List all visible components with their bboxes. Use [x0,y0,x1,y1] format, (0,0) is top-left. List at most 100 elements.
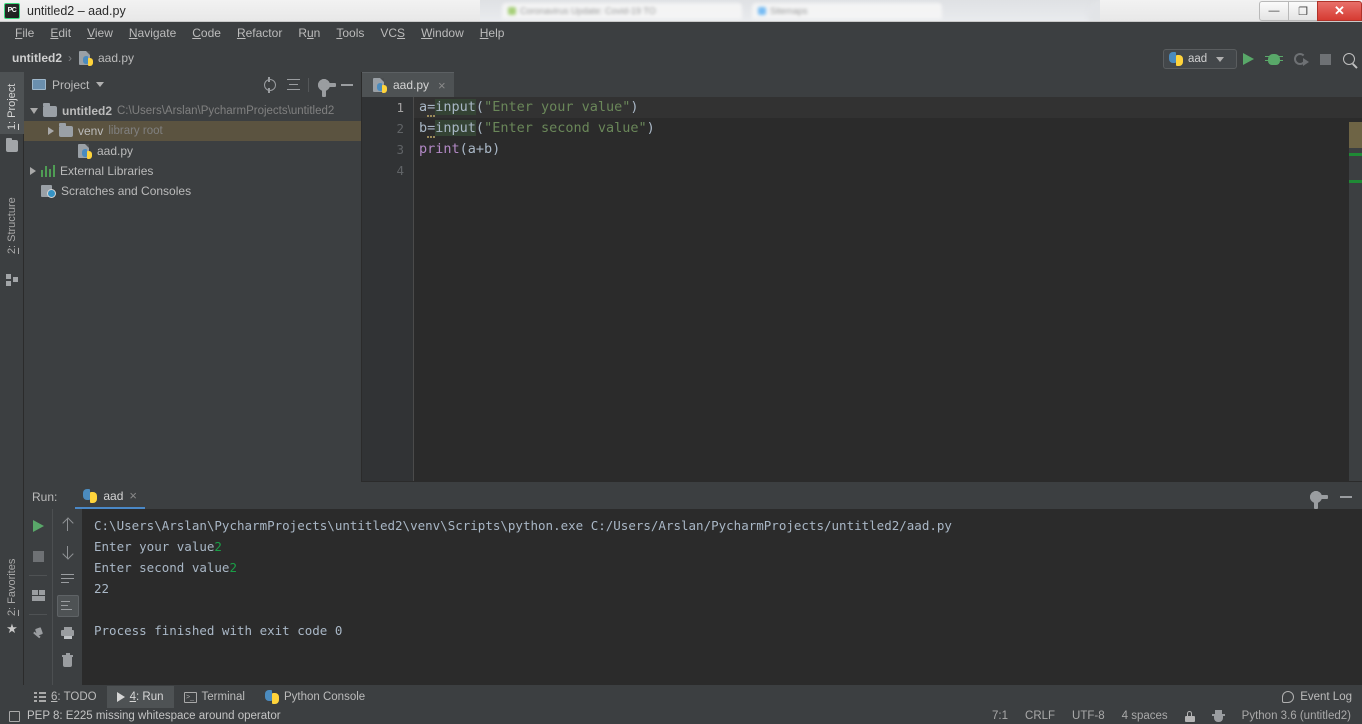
chevron-right-icon[interactable] [48,127,54,135]
python-icon [1169,52,1183,66]
background-tab: Coronavirus Update: Covid-19 TO [502,3,742,19]
code-line-2[interactable]: b=input("Enter second value") [414,118,1362,139]
hide-project-panel-button[interactable] [337,75,357,95]
rerun-button[interactable] [27,515,49,537]
hide-run-panel-button[interactable] [1336,487,1356,507]
breadcrumb-file[interactable]: aad.py [74,49,138,68]
code-line-3[interactable]: print(a+b) [414,139,1362,160]
down-stack-trace-button[interactable] [57,541,79,563]
menu-code[interactable]: Code [184,24,229,42]
bottom-tab-run[interactable]: 4: Run [106,686,174,708]
clear-all-button[interactable] [57,649,79,671]
event-log-button[interactable]: Event Log [1282,691,1362,703]
chevron-down-icon[interactable] [96,82,105,87]
tree-row-untitled2[interactable]: untitled2 C:\Users\Arslan\PycharmProject… [24,101,361,121]
inspection-marker[interactable] [1349,153,1362,156]
code-line-1[interactable]: a=input("Enter your value") [414,97,1362,118]
editor-run-divider[interactable] [362,481,1362,482]
code-area-wrapper: 1 2 3 4 a=input("Enter your value") b=in… [362,97,1362,482]
inspection-marker[interactable] [1349,180,1362,183]
chevron-down-icon[interactable] [30,108,38,114]
minimize-button[interactable]: — [1259,1,1288,21]
menu-run[interactable]: Run [290,24,328,42]
sidebar-tab-project[interactable]: 1: Project [0,72,24,134]
stop-button[interactable] [1314,48,1336,70]
editor-gutter[interactable]: 1 2 3 4 [362,97,414,482]
editor-tab-aad-py[interactable]: aad.py × [362,72,454,97]
close-icon[interactable]: × [129,488,137,503]
debug-button[interactable] [1263,48,1285,70]
menu-tools[interactable]: Tools [328,24,372,42]
run-configuration-selector[interactable]: aad [1163,49,1237,69]
breadcrumb-separator: › [68,51,72,65]
scroll-to-end-button[interactable] [56,595,79,617]
maximize-button[interactable]: ❐ [1288,1,1317,21]
menu-view[interactable]: View [79,24,121,42]
print-icon [61,627,74,639]
pycharm-window: Coronavirus Update: Covid-19 TO Sitemaps… [0,0,1362,724]
bottom-tab-todo[interactable]: 6: TODO [24,686,107,708]
indent-indicator[interactable]: 4 spaces [1122,710,1168,722]
coverage-icon [1294,53,1309,66]
menu-refactor[interactable]: Refactor [229,24,290,42]
layout-button[interactable] [27,584,49,606]
gear-icon [1310,490,1328,509]
lock-icon[interactable] [1184,710,1195,722]
line-separator-indicator[interactable]: CRLF [1025,710,1055,722]
menu-file[interactable]: File [7,24,42,42]
tree-item-label: Scratches and Consoles [61,184,192,198]
sidebar-tab-favorites[interactable]: 2: Favorites [0,544,24,620]
encoding-indicator[interactable]: UTF-8 [1072,710,1105,722]
search-everywhere-button[interactable] [1338,48,1360,70]
menu-window[interactable]: Window [413,24,472,42]
chevron-right-icon[interactable] [30,167,36,175]
code-line-4[interactable] [414,160,1362,181]
tree-item-label: venv [78,124,104,138]
sidebar-tab-structure[interactable]: 2: Structure [0,180,24,258]
run-with-coverage-button[interactable] [1289,48,1311,70]
run-button[interactable] [1237,48,1259,70]
project-panel-header: Project [24,72,361,97]
tree-row-venv[interactable]: venv library root [24,121,361,141]
run-settings-button[interactable] [1306,487,1328,509]
caret-position[interactable]: 7:1 [992,710,1008,722]
interpreter-indicator[interactable]: Python 3.6 (untitled2) [1242,710,1351,722]
project-settings-button[interactable] [314,75,336,97]
arrow-up-icon [63,518,73,532]
close-button[interactable]: ✕ [1317,1,1362,21]
run-configuration-label: aad [1188,53,1208,65]
editor-scrollbar-thumb[interactable] [1349,122,1362,148]
stop-icon [32,550,44,562]
select-opened-file-button[interactable] [260,75,280,95]
window-icon [32,79,46,90]
menu-navigate[interactable]: Navigate [121,24,184,42]
up-stack-trace-button[interactable] [57,514,79,536]
bottom-tab-label: Python Console [283,691,366,703]
run-console-output[interactable]: C:\Users\Arslan\PycharmProjects\untitled… [82,509,1362,685]
gear-icon [318,78,336,97]
python-icon [83,488,98,503]
soft-wrap-button[interactable] [57,568,79,590]
tree-row-external-libraries[interactable]: External Libraries [24,161,361,181]
tree-row-aad-py[interactable]: aad.py [24,141,361,161]
hector-icon[interactable] [1211,710,1225,722]
play-icon [116,692,125,702]
bottom-tab-terminal[interactable]: >_ Terminal [174,686,255,708]
menu-edit[interactable]: Edit [42,24,79,42]
editor-marker-gutter[interactable] [1349,122,1362,482]
run-tab-aad[interactable]: aad × [75,484,145,509]
stop-process-button[interactable] [27,545,49,567]
trash-icon [62,653,73,667]
print-button[interactable] [57,622,79,644]
code-editor[interactable]: a=input("Enter your value") b=input("Ent… [414,97,1362,482]
pin-tab-button[interactable] [27,623,49,645]
collapse-all-button[interactable] [283,75,303,95]
menu-help[interactable]: Help [472,24,513,42]
run-panel-body: C:\Users\Arslan\PycharmProjects\untitled… [24,509,1362,685]
bottom-tab-python-console[interactable]: Python Console [255,686,375,708]
menu-vcs[interactable]: VCS [372,24,413,42]
tree-row-scratches-and-consoles[interactable]: Scratches and Consoles [24,181,361,201]
close-icon[interactable]: × [438,78,446,93]
breadcrumb-project[interactable]: untitled2 [8,49,66,67]
